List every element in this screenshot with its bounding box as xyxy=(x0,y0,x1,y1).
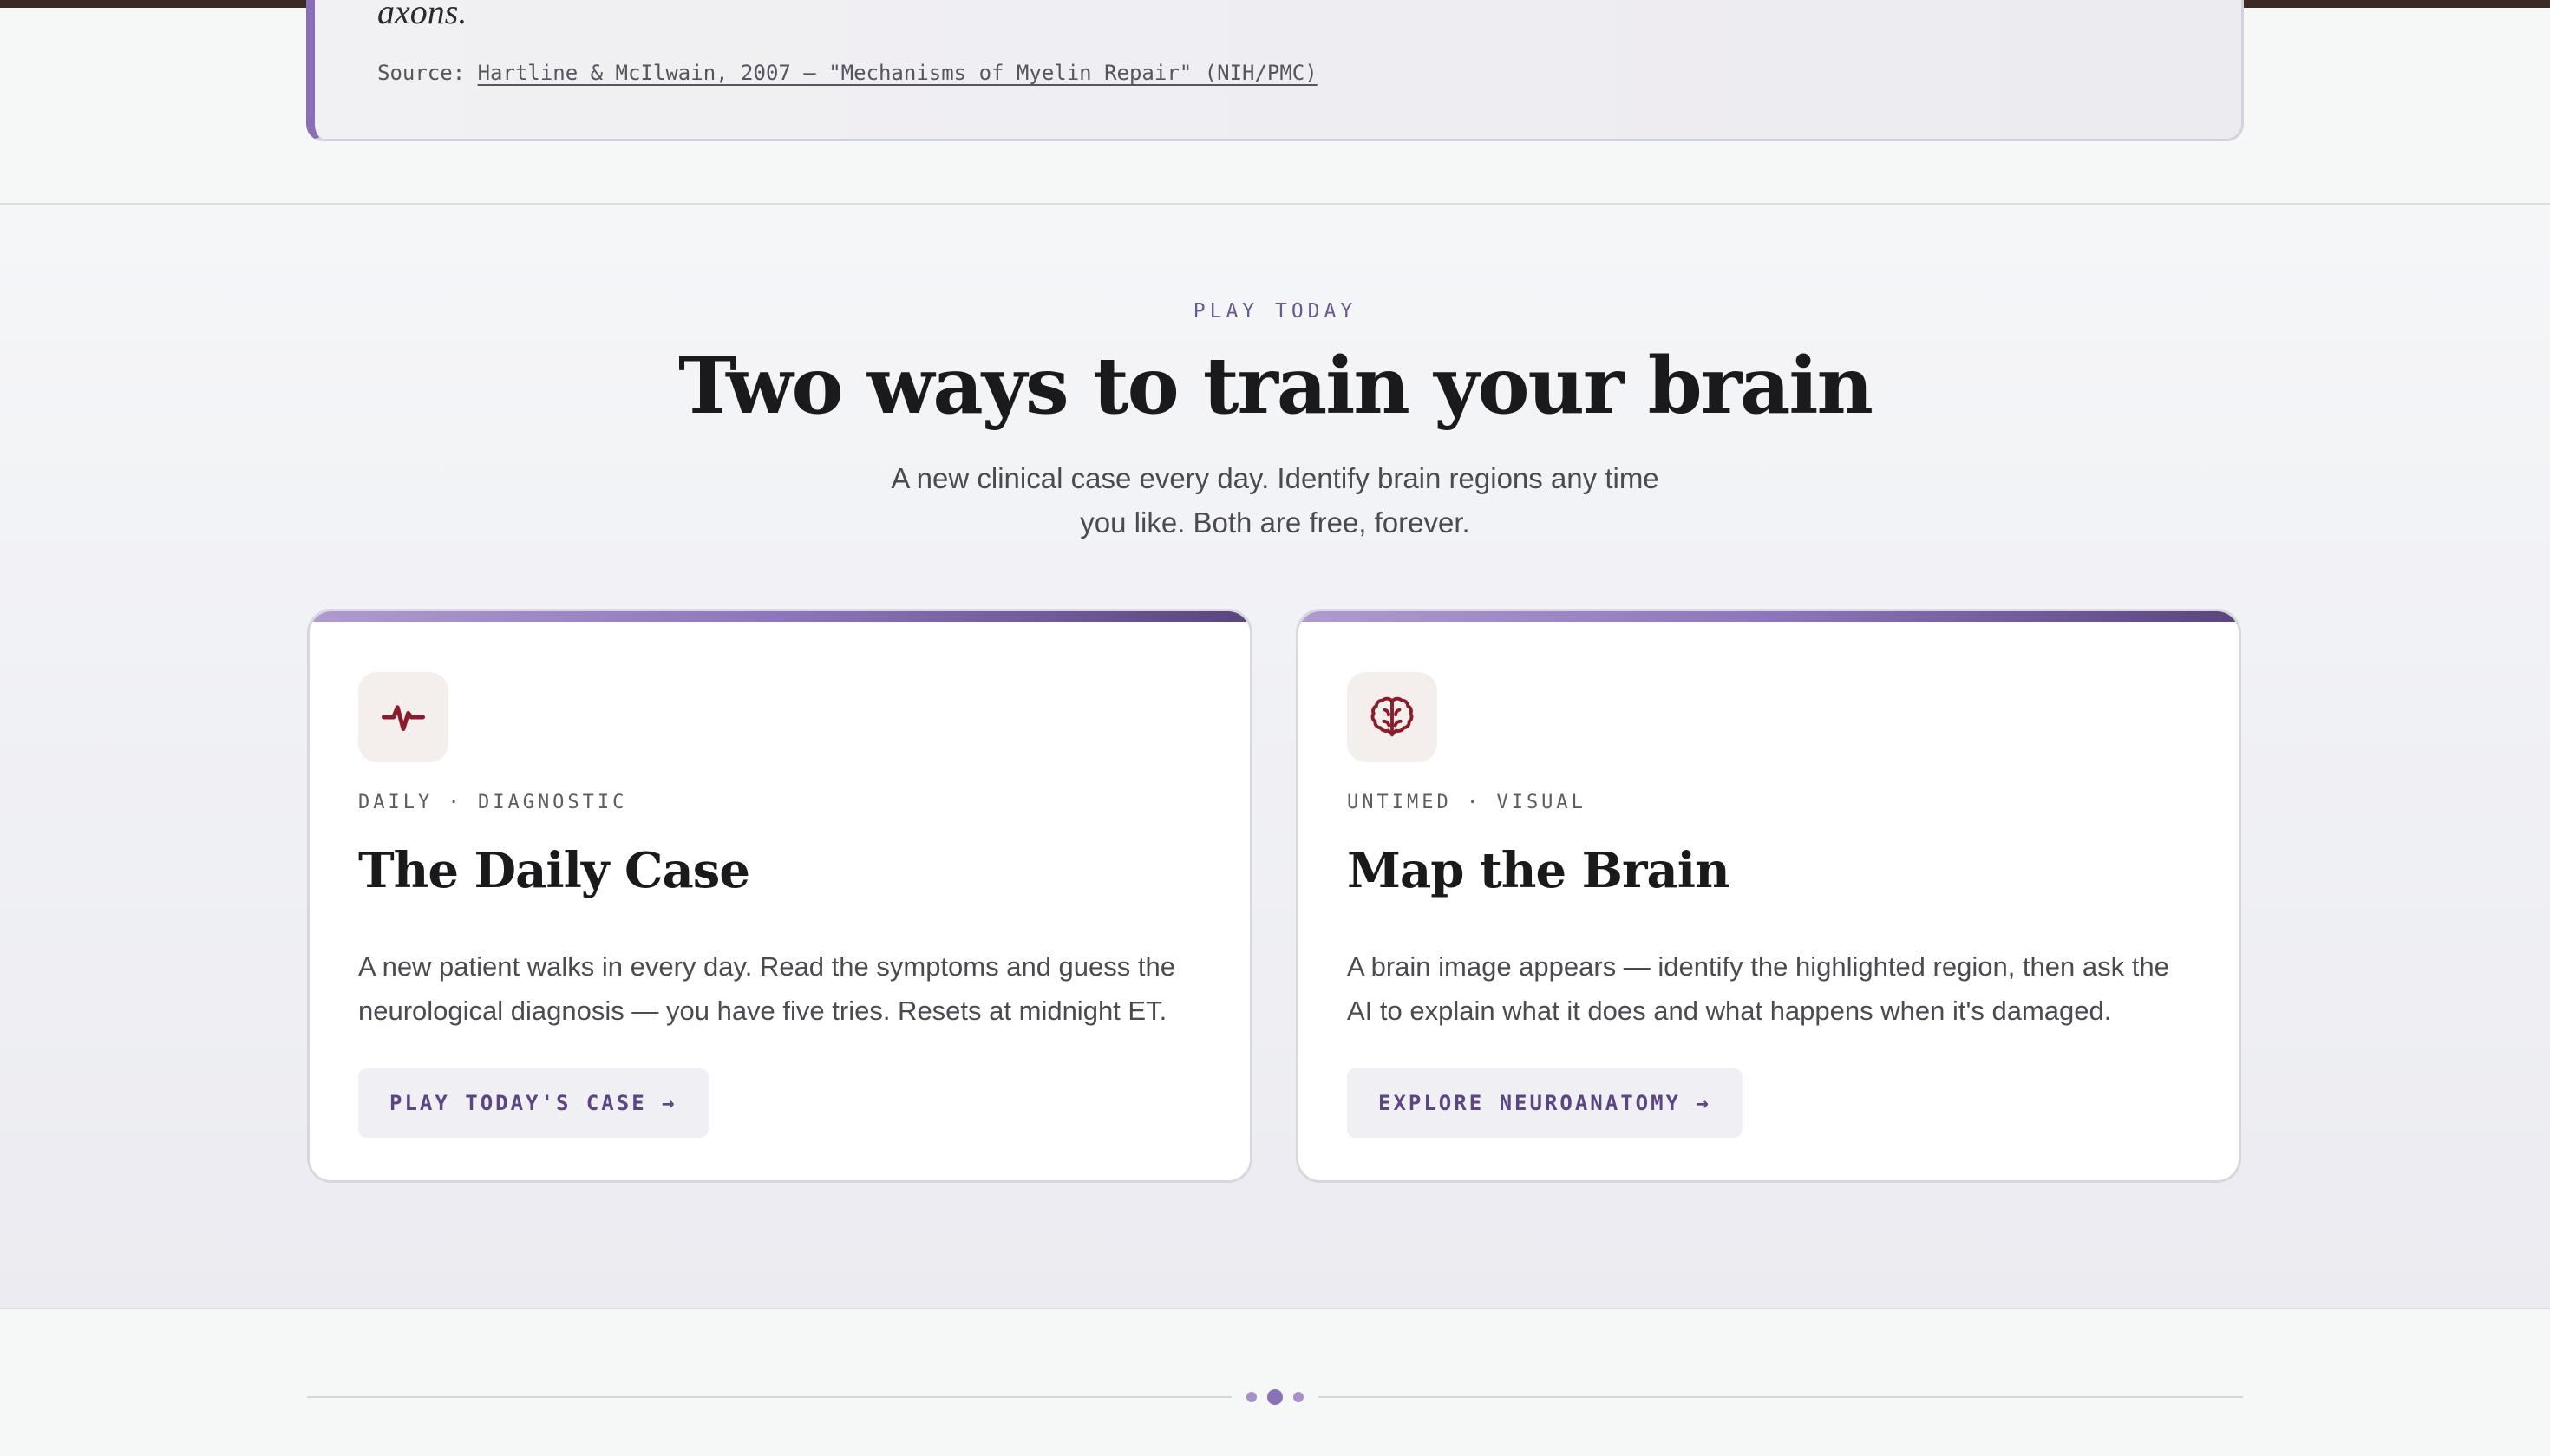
pulse-icon xyxy=(380,694,427,741)
card-tag: DAILY · DIAGNOSTIC xyxy=(358,792,628,813)
quote-card: axons. Source: Hartline & McIlwain, 2007… xyxy=(306,0,2244,141)
card-accent-stripe xyxy=(1298,611,2239,622)
card-description: A brain image appears — identify the hig… xyxy=(1347,951,2169,1026)
map-the-brain-card: UNTIMED · VISUAL Map the Brain A brain i… xyxy=(1296,609,2241,1183)
section-eyebrow: PLAY TODAY xyxy=(1193,300,1357,323)
section-subtitle: A new clinical case every day. Identify … xyxy=(891,462,1659,539)
card-accent-stripe xyxy=(310,611,1250,622)
quote-text: axons. xyxy=(377,0,468,31)
card-title: Map the Brain xyxy=(1347,842,1730,899)
card-description: A new patient walks in every day. Read t… xyxy=(358,951,1175,1026)
section-title: Two ways to train your brain xyxy=(677,340,1873,432)
card-icon-badge xyxy=(358,672,448,762)
source-link[interactable]: Hartline & McIlwain, 2007 — "Mechanisms … xyxy=(478,61,1318,85)
divider-line-right xyxy=(1318,1396,2243,1398)
card-title: The Daily Case xyxy=(358,842,750,899)
divider-dot xyxy=(1267,1389,1283,1405)
divider-dot xyxy=(1246,1392,1257,1402)
card-tag: UNTIMED · VISUAL xyxy=(1347,792,1586,813)
daily-case-card: DAILY · DIAGNOSTIC The Daily Case A new … xyxy=(307,609,1252,1183)
play-today-section: PLAY TODAY Two ways to train your brain … xyxy=(0,205,2550,1309)
section-divider xyxy=(0,1311,2550,1456)
quote-source: Source: Hartline & McIlwain, 2007 — "Mec… xyxy=(377,61,1318,85)
card-icon-badge xyxy=(1347,672,1437,762)
brain-icon xyxy=(1367,692,1417,742)
source-label: Source: xyxy=(377,61,466,85)
play-todays-case-button[interactable]: PLAY TODAY'S CASE → xyxy=(358,1068,709,1138)
explore-neuroanatomy-button[interactable]: EXPLORE NEUROANATOMY → xyxy=(1347,1068,1742,1138)
quote-section: axons. Source: Hartline & McIlwain, 2007… xyxy=(0,0,2550,205)
divider-dots xyxy=(1232,1386,1318,1408)
divider-dot xyxy=(1293,1392,1304,1402)
divider-line-left xyxy=(307,1396,1232,1398)
